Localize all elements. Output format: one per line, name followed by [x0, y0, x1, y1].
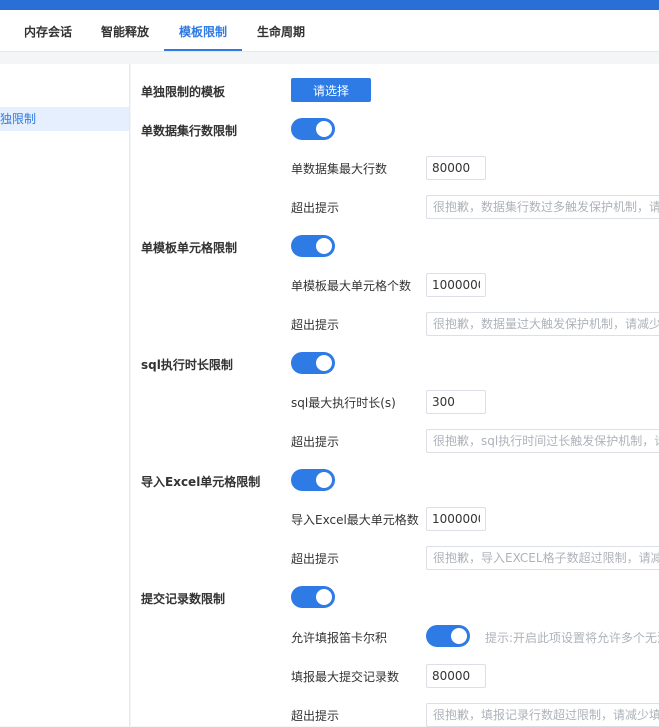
template-cells-toggle[interactable]	[291, 235, 335, 257]
sql-time-toggle[interactable]	[291, 352, 335, 374]
top-accent-bar	[0, 0, 659, 10]
sql-tip-label: 超出提示	[291, 435, 340, 449]
template-max-cells-input[interactable]	[426, 273, 486, 297]
excel-max-cells-input[interactable]	[426, 507, 486, 531]
toggle-knob	[316, 355, 332, 371]
active-tab-indicator	[164, 49, 242, 51]
template-cells-label: 单模板单元格限制	[141, 241, 238, 255]
choose-template-button[interactable]: 请选择	[291, 78, 371, 102]
sql-max-time-label: sql最大执行时长(s)	[291, 396, 396, 410]
excel-cells-label: 导入Excel单元格限制	[141, 475, 261, 489]
toggle-knob	[316, 238, 332, 254]
submit-max-records-input[interactable]	[426, 664, 486, 688]
submit-tip-input[interactable]	[426, 703, 659, 727]
dataset-tip-input[interactable]	[426, 195, 659, 219]
toggle-knob	[451, 628, 467, 644]
tab-memory-session[interactable]: 内存会话	[24, 10, 72, 51]
submit-records-toggle[interactable]	[291, 586, 335, 608]
submit-tip-label: 超出提示	[291, 709, 340, 723]
tab-bar: 内存会话 智能释放 模板限制 生命周期	[0, 10, 659, 52]
toggle-knob	[316, 121, 332, 137]
toggle-knob	[316, 472, 332, 488]
template-tip-label: 超出提示	[291, 318, 340, 332]
sql-tip-input[interactable]	[426, 429, 659, 453]
dataset-tip-label: 超出提示	[291, 201, 340, 215]
excel-tip-input[interactable]	[426, 546, 659, 570]
submit-records-label: 提交记录数限制	[141, 592, 226, 606]
toggle-knob	[316, 589, 332, 605]
template-tip-input[interactable]	[426, 312, 659, 336]
dataset-rows-label: 单数据集行数限制	[141, 124, 238, 138]
settings-form: 单独限制的模板 请选择 单数据集行数限制 单数据集最大行数 超出提示 单模板单元…	[131, 64, 659, 727]
sql-max-time-input[interactable]	[426, 390, 486, 414]
tab-smart-release[interactable]: 智能释放	[101, 10, 149, 51]
cartesian-product-label: 允许填报笛卡尔积	[291, 631, 388, 645]
dataset-max-rows-label: 单数据集最大行数	[291, 162, 388, 176]
submit-max-records-label: 填报最大提交记录数	[291, 670, 400, 684]
sql-time-label: sql执行时长限制	[141, 358, 233, 372]
sidebar: 独限制	[0, 64, 130, 726]
cartesian-product-toggle[interactable]	[426, 625, 470, 647]
template-max-cells-label: 单模板最大单元格个数	[291, 279, 412, 293]
dataset-rows-toggle[interactable]	[291, 118, 335, 140]
excel-cells-toggle[interactable]	[291, 469, 335, 491]
dataset-max-rows-input[interactable]	[426, 156, 486, 180]
cartesian-product-hint: 提示:开启此项设置将允许多个无法	[485, 631, 659, 645]
tab-template-limit[interactable]: 模板限制	[179, 10, 227, 51]
template-select-label: 单独限制的模板	[141, 85, 226, 99]
sidebar-item-individual-limit[interactable]: 独限制	[0, 107, 129, 131]
excel-max-cells-label: 导入Excel最大单元格数	[291, 513, 419, 527]
excel-tip-label: 超出提示	[291, 552, 340, 566]
tab-lifecycle[interactable]: 生命周期	[257, 10, 305, 51]
